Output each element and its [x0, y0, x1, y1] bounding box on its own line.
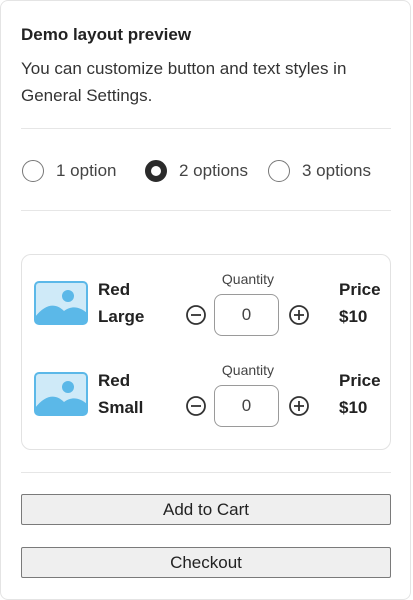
plus-circle-icon[interactable]	[288, 304, 310, 326]
minus-circle-icon[interactable]	[185, 395, 207, 417]
product-row: Red Small Quantity Price $10	[22, 362, 390, 432]
product-name: Red Small	[98, 367, 143, 421]
add-to-cart-button[interactable]: Add to Cart	[21, 494, 391, 525]
option-3-label: 3 options	[302, 161, 371, 180]
product-color: Red	[98, 371, 131, 390]
product-row: Red Large Quantity Price $10	[22, 271, 390, 341]
product-price: Price $10	[339, 276, 381, 330]
options-radio-group: 1 option 2 options 3 options	[21, 156, 391, 186]
quantity-input[interactable]	[214, 385, 279, 427]
product-size: Large	[98, 307, 145, 326]
price-value: $10	[339, 398, 368, 417]
quantity-label: Quantity	[221, 271, 275, 287]
product-price: Price $10	[339, 367, 381, 421]
quantity-input[interactable]	[214, 294, 279, 336]
description-text: You can customize button and text styles…	[21, 59, 347, 105]
option-1-label: 1 option	[56, 161, 117, 180]
product-color: Red	[98, 280, 131, 299]
page-title: Demo layout preview	[21, 25, 192, 44]
widget-card: Demo layout preview You can customize bu…	[0, 0, 411, 600]
minus-circle-icon[interactable]	[185, 304, 207, 326]
option-1-radio[interactable]: 1 option	[22, 156, 117, 186]
option-2-radio[interactable]: 2 options	[145, 156, 248, 186]
product-name: Red Large	[98, 276, 144, 330]
divider	[21, 128, 391, 129]
quantity-label: Quantity	[221, 362, 275, 378]
price-label: Price	[339, 280, 381, 299]
radio-circle-icon	[22, 160, 44, 182]
divider	[21, 472, 391, 473]
image-placeholder-icon	[34, 372, 88, 416]
checkout-button[interactable]: Checkout	[21, 547, 391, 578]
price-value: $10	[339, 307, 368, 326]
product-list: Red Large Quantity Price $10	[21, 254, 391, 450]
price-label: Price	[339, 371, 381, 390]
option-2-label: 2 options	[179, 161, 248, 180]
image-placeholder-icon	[34, 281, 88, 325]
radio-circle-icon	[268, 160, 290, 182]
option-3-radio[interactable]: 3 options	[268, 156, 371, 186]
divider	[21, 210, 391, 211]
radio-selected-icon	[145, 160, 167, 182]
product-size: Small	[98, 398, 144, 417]
plus-circle-icon[interactable]	[288, 395, 310, 417]
